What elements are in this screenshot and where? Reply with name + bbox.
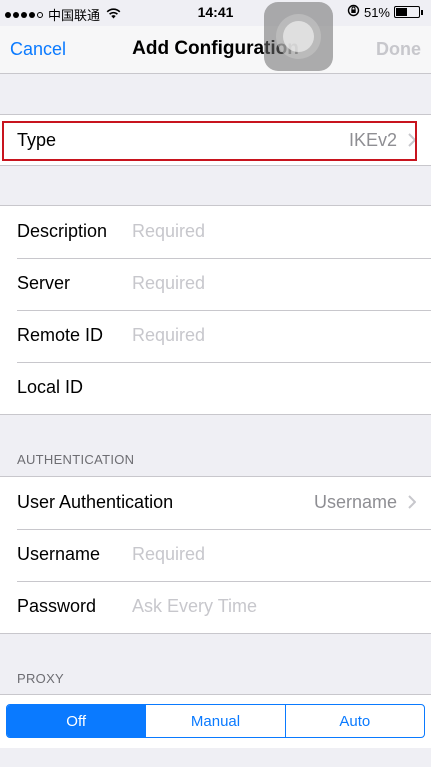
description-label: Description [17, 221, 108, 241]
local-id-row[interactable]: Local ID [0, 362, 431, 414]
authentication-group: User Authentication Username Username Re… [0, 476, 431, 634]
description-field[interactable]: Required [132, 221, 205, 242]
description-row[interactable]: Description Required [0, 206, 431, 258]
type-group: Type IKEv2 [0, 114, 431, 166]
type-row[interactable]: Type IKEv2 [0, 115, 431, 167]
username-field[interactable]: Required [132, 544, 205, 565]
done-button[interactable]: Done [376, 39, 421, 60]
proxy-auto-segment[interactable]: Auto [284, 705, 424, 737]
server-field[interactable]: Required [132, 273, 205, 294]
password-field[interactable]: Ask Every Time [132, 596, 257, 617]
rotation-lock-icon [347, 4, 360, 20]
password-row[interactable]: Password Ask Every Time [0, 581, 431, 633]
type-label: Type [17, 130, 57, 150]
assistive-touch-button[interactable] [264, 2, 333, 71]
user-authentication-row[interactable]: User Authentication Username [0, 477, 431, 529]
battery-percent: 51% [363, 4, 390, 20]
status-bar: 中国联通 14:41 51% [0, 0, 431, 26]
username-label: Username [17, 544, 101, 564]
server-row[interactable]: Server Required [0, 258, 431, 310]
proxy-header: PROXY [17, 671, 65, 686]
status-right: 51% [347, 4, 423, 20]
server-label: Server [17, 273, 71, 293]
remote-id-row[interactable]: Remote ID Required [0, 310, 431, 362]
remote-id-label: Remote ID [17, 325, 104, 345]
navigation-bar: Cancel Add Configuration Done [0, 26, 431, 74]
details-group: Description Required Server Required Rem… [0, 205, 431, 415]
proxy-manual-segment[interactable]: Manual [145, 705, 284, 737]
battery-nub [421, 9, 423, 15]
remote-id-field[interactable]: Required [132, 325, 205, 346]
user-authentication-value: Username [313, 492, 397, 512]
chevron-right-icon [408, 133, 417, 152]
type-value: IKEv2 [348, 130, 397, 150]
username-row[interactable]: Username Required [0, 529, 431, 581]
user-authentication-label: User Authentication [17, 492, 174, 512]
battery-icon [394, 6, 420, 18]
page-title: Add Configuration [132, 38, 299, 59]
local-id-label: Local ID [17, 377, 84, 397]
authentication-header: AUTHENTICATION [17, 452, 135, 467]
password-label: Password [17, 596, 97, 616]
chevron-right-icon [408, 495, 417, 514]
proxy-off-segment[interactable]: Off [7, 705, 146, 737]
proxy-segmented-control: Off Manual Auto [6, 704, 425, 738]
